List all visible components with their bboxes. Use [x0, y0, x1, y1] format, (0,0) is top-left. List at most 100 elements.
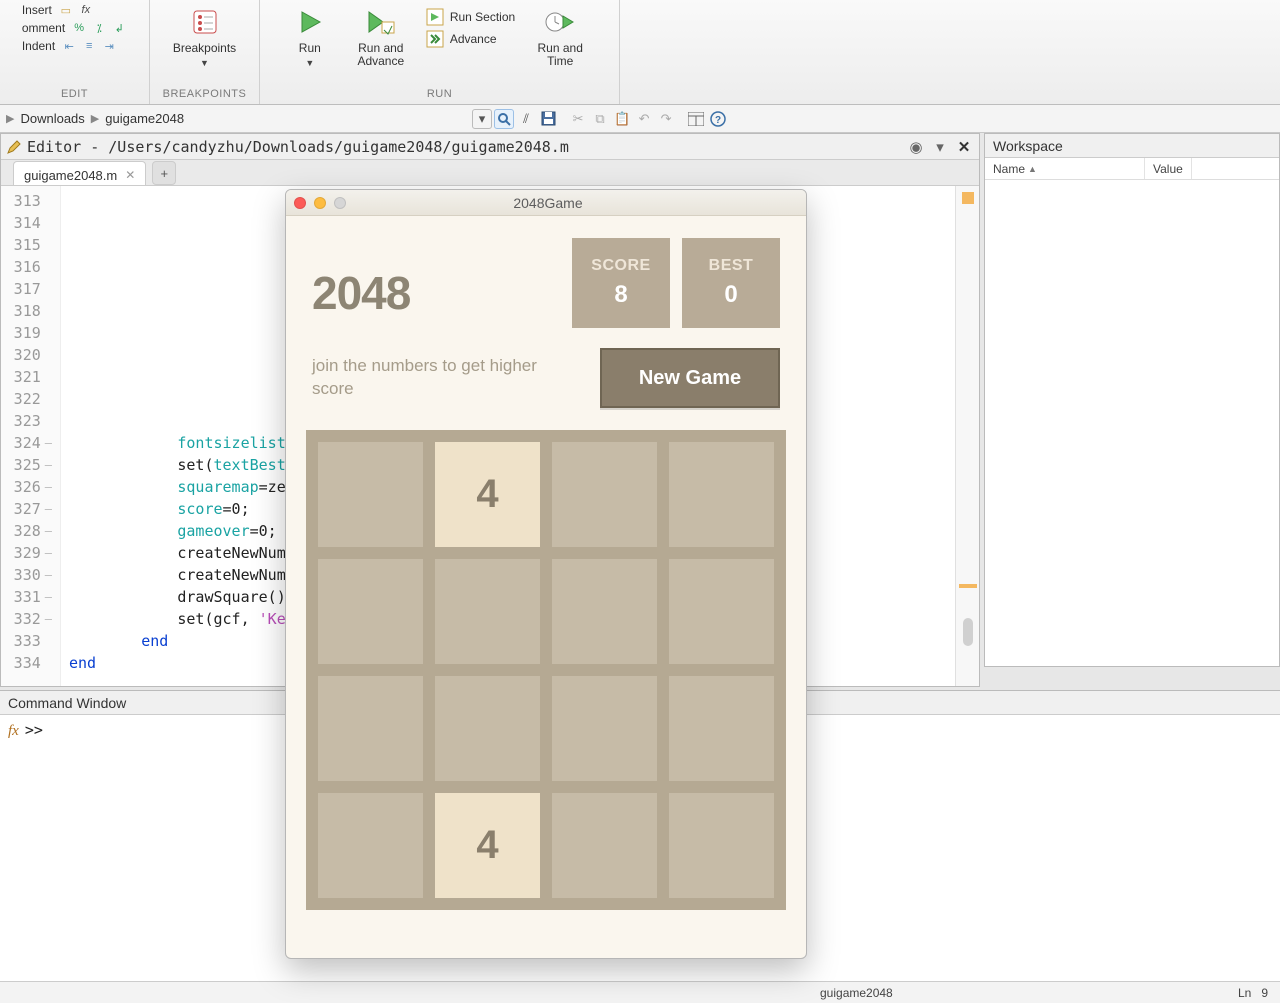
best-box: BEST 0 — [682, 238, 780, 328]
game-hint: join the numbers to get higher score — [312, 355, 542, 401]
game-window-title: 2048Game — [354, 195, 742, 211]
insert-section-icon[interactable]: ▭ — [58, 2, 74, 18]
line-number: 315 — [1, 234, 52, 256]
line-number: 334 — [1, 652, 52, 674]
layout-icon[interactable] — [686, 109, 706, 129]
search-icon[interactable] — [494, 109, 514, 129]
game-titlebar[interactable]: 2048Game — [286, 190, 806, 216]
ribbon: Insert ▭ fx omment % ⁒ ↲ Indent — [0, 0, 1280, 105]
group-label-edit: EDIT — [61, 86, 88, 104]
ribbon-edit-insert[interactable]: Insert ▭ fx — [22, 2, 127, 18]
line-number: 331– — [1, 586, 52, 608]
help-icon[interactable]: ? — [708, 109, 728, 129]
line-number: 324– — [1, 432, 52, 454]
run-time-label: Run and Time — [538, 42, 583, 68]
new-game-button[interactable]: New Game — [600, 348, 780, 408]
editor-tab[interactable]: guigame2048.m ✕ — [13, 161, 146, 185]
line-number: 326– — [1, 476, 52, 498]
line-number: 328– — [1, 520, 52, 542]
chevron-down-icon: ▼ — [305, 59, 314, 69]
line-number: 330– — [1, 564, 52, 586]
run-section-button[interactable]: Run Section — [426, 8, 515, 26]
line-number: 329– — [1, 542, 52, 564]
empty-cell — [435, 559, 540, 664]
ribbon-edit-comment[interactable]: omment % ⁒ ↲ — [22, 20, 127, 36]
breakpoints-button[interactable]: Breakpoints ▼ — [169, 2, 240, 69]
traffic-zoom-icon[interactable] — [334, 197, 346, 209]
editor-title: Editor - /Users/candyzhu/Downloads/guiga… — [27, 138, 901, 156]
empty-cell — [669, 676, 774, 781]
line-number: 313 — [1, 190, 52, 212]
parallel-lines-icon[interactable]: ⫽ — [516, 109, 536, 129]
empty-cell — [318, 793, 423, 898]
dropdown-icon[interactable]: ▾ — [931, 138, 949, 156]
empty-cell — [669, 793, 774, 898]
empty-cell — [435, 676, 540, 781]
status-ln-value: 9 — [1261, 986, 1268, 1000]
empty-cell — [552, 793, 657, 898]
insert-fx-icon[interactable]: fx — [78, 2, 94, 18]
line-number: 318 — [1, 300, 52, 322]
workspace-col-value[interactable]: Value — [1145, 158, 1192, 179]
comment-pct-icon[interactable]: % — [71, 20, 87, 36]
best-label: BEST — [709, 257, 754, 275]
empty-cell — [552, 676, 657, 781]
uncomment-icon[interactable]: ⁒ — [91, 20, 107, 36]
close-icon[interactable]: ✕ — [955, 138, 973, 156]
breadcrumb[interactable]: Downloads — [16, 109, 88, 128]
save-icon[interactable] — [538, 109, 558, 129]
tab-add-button[interactable]: + — [152, 161, 176, 185]
indent-right-icon[interactable]: ⇥ — [101, 38, 117, 54]
run-advance-icon — [365, 6, 397, 38]
scrollbar-thumb[interactable] — [963, 618, 973, 646]
svg-text:?: ? — [715, 115, 721, 126]
tab-close-icon[interactable]: ✕ — [125, 168, 135, 182]
line-number: 327– — [1, 498, 52, 520]
empty-cell — [552, 559, 657, 664]
sort-asc-icon: ▲ — [1028, 164, 1037, 174]
breadcrumb[interactable]: guigame2048 — [101, 109, 188, 128]
advance-label: Advance — [450, 32, 497, 46]
score-label: SCORE — [591, 257, 650, 275]
game-logo: 2048 — [312, 266, 410, 320]
line-number: 323 — [1, 410, 52, 432]
line-number: 316 — [1, 256, 52, 278]
run-advance-button[interactable]: Run and Advance — [346, 2, 416, 68]
run-time-button[interactable]: Run and Time — [525, 2, 595, 68]
path-dropdown-button[interactable]: ▾ — [472, 109, 492, 129]
insert-label: Insert — [22, 3, 52, 17]
chevron-down-icon: ▼ — [200, 59, 209, 69]
line-number: 317 — [1, 278, 52, 300]
line-number: 325– — [1, 454, 52, 476]
run-button[interactable]: Run ▼ — [284, 2, 336, 69]
run-section-label: Run Section — [450, 10, 515, 24]
comment-wrap-icon[interactable]: ↲ — [111, 20, 127, 36]
score-value: 8 — [614, 281, 627, 309]
line-number: 322 — [1, 388, 52, 410]
game-board[interactable]: 44 — [306, 430, 786, 910]
indent-left-icon[interactable]: ⇤ — [61, 38, 77, 54]
fx-icon: fx — [8, 723, 19, 739]
traffic-close-icon[interactable] — [294, 197, 306, 209]
cut-icon[interactable]: ✂ — [568, 109, 588, 129]
paste-icon[interactable]: 📋 — [612, 109, 632, 129]
tab-label: guigame2048.m — [24, 168, 117, 183]
empty-cell — [318, 559, 423, 664]
workspace-title: Workspace — [985, 134, 1279, 158]
minimize-icon[interactable]: ◉ — [907, 138, 925, 156]
workspace-col-name[interactable]: Name ▲ — [985, 158, 1145, 179]
group-label-run: RUN — [427, 86, 452, 104]
redo-icon[interactable]: ↷ — [656, 109, 676, 129]
copy-icon[interactable]: ⧉ — [590, 109, 610, 129]
command-prompt: >> — [25, 721, 43, 739]
code-minimap[interactable] — [955, 186, 979, 686]
traffic-minimize-icon[interactable] — [314, 197, 326, 209]
advance-button[interactable]: Advance — [426, 30, 515, 48]
editor-tab-strip: guigame2048.m ✕ + — [1, 160, 979, 186]
empty-cell — [318, 676, 423, 781]
advance-icon — [426, 30, 444, 48]
indent-auto-icon[interactable]: ≡ — [81, 38, 97, 54]
ribbon-edit-indent[interactable]: Indent ⇤ ≡ ⇥ — [22, 38, 127, 54]
undo-icon[interactable]: ↶ — [634, 109, 654, 129]
empty-cell — [552, 442, 657, 547]
